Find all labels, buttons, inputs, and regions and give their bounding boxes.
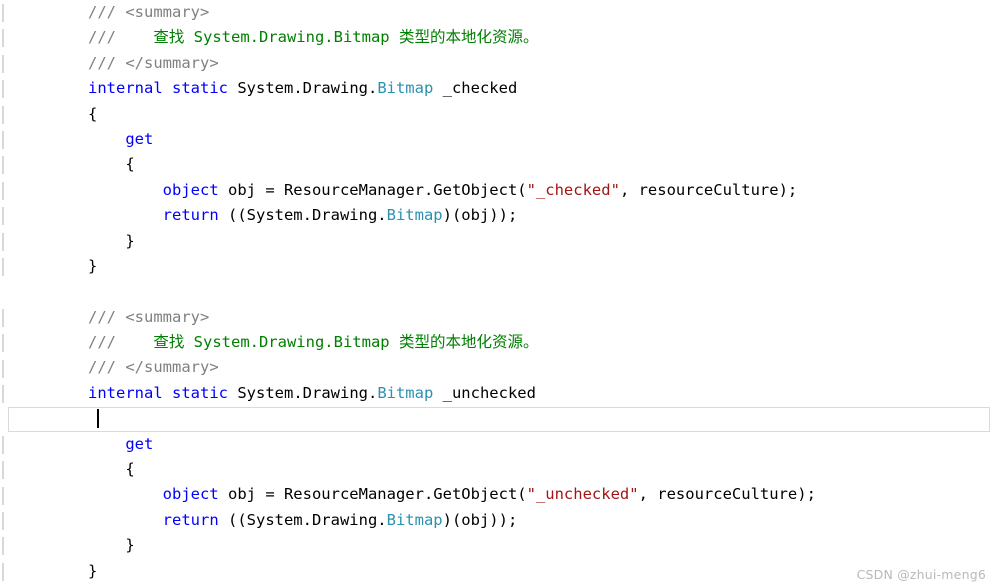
code-token: )(obj)); <box>442 510 518 529</box>
code-token: Bitmap <box>386 510 443 529</box>
code-token: /// <summary> <box>88 307 210 326</box>
text-caret <box>97 409 99 429</box>
code-line[interactable]: object obj = ResourceManager.GetObject("… <box>0 178 998 203</box>
code-token: } <box>88 561 98 580</box>
code-token: /// </summary> <box>88 53 219 72</box>
code-token: System.Drawing. <box>228 79 378 98</box>
code-token: "_checked" <box>526 180 620 199</box>
code-token: , resourceCulture); <box>638 485 816 504</box>
code-line[interactable]: /// </summary> <box>0 51 998 76</box>
code-line[interactable] <box>0 279 998 304</box>
code-token: obj = ResourceManager.GetObject( <box>218 180 527 199</box>
code-token: return <box>88 510 219 529</box>
code-line[interactable]: return ((System.Drawing.Bitmap)(obj)); <box>0 508 998 533</box>
code-line[interactable]: /// <summary> <box>0 305 998 330</box>
code-token: } <box>88 231 135 250</box>
code-token: /// </summary> <box>88 358 219 377</box>
code-token: } <box>88 256 98 275</box>
code-line[interactable]: { <box>0 457 998 482</box>
code-token: { <box>88 104 98 123</box>
code-line[interactable]: { <box>0 102 998 127</box>
code-line[interactable]: /// </summary> <box>0 355 998 380</box>
code-token: Bitmap <box>377 79 434 98</box>
code-line[interactable]: { <box>0 406 998 431</box>
code-line[interactable]: /// 查找 System.Drawing.Bitmap 类型的本地化资源。 <box>0 25 998 50</box>
code-token: 查找 System.Drawing.Bitmap 类型的本地化资源。 <box>125 28 539 47</box>
code-token: /// <box>88 333 126 352</box>
code-line[interactable]: internal static System.Drawing.Bitmap _c… <box>0 76 998 101</box>
code-line[interactable]: get <box>0 127 998 152</box>
code-token: get <box>88 129 154 148</box>
code-line[interactable]: /// <summary> <box>0 0 998 25</box>
code-token: _unchecked <box>433 383 536 402</box>
code-token: { <box>88 155 135 174</box>
code-token: ((System.Drawing. <box>218 206 387 225</box>
code-line[interactable]: get <box>0 432 998 457</box>
code-token: internal <box>88 79 163 98</box>
code-token: 查找 System.Drawing.Bitmap 类型的本地化资源。 <box>125 333 539 352</box>
code-token: ((System.Drawing. <box>218 510 387 529</box>
code-token: )(obj)); <box>442 206 518 225</box>
code-line[interactable]: { <box>0 152 998 177</box>
code-line[interactable]: internal static System.Drawing.Bitmap _u… <box>0 381 998 406</box>
code-token: get <box>88 434 154 453</box>
code-token: } <box>88 536 135 555</box>
code-token: /// <summary> <box>88 3 210 21</box>
code-token: System.Drawing. <box>228 383 378 402</box>
watermark-label: CSDN @zhui-meng6 <box>856 567 986 582</box>
code-token: "_unchecked" <box>526 485 639 504</box>
code-line[interactable]: return ((System.Drawing.Bitmap)(obj)); <box>0 203 998 228</box>
code-token: _checked <box>433 79 518 98</box>
code-line[interactable]: object obj = ResourceManager.GetObject("… <box>0 482 998 507</box>
code-token: object <box>88 180 219 199</box>
code-line[interactable]: } <box>0 229 998 254</box>
code-token: static <box>172 383 228 402</box>
code-token: /// <box>88 28 126 47</box>
code-token: object <box>88 485 219 504</box>
code-token: return <box>88 206 219 225</box>
code-token: { <box>88 460 135 479</box>
code-line[interactable]: /// 查找 System.Drawing.Bitmap 类型的本地化资源。 <box>0 330 998 355</box>
code-token: , resourceCulture); <box>619 180 798 199</box>
code-line[interactable]: } <box>0 254 998 279</box>
code-token: static <box>172 79 228 98</box>
code-editor[interactable]: /// <summary> /// 查找 System.Drawing.Bitma… <box>0 0 998 588</box>
code-token: internal <box>88 383 163 402</box>
code-content[interactable]: /// <summary> /// 查找 System.Drawing.Bitma… <box>0 0 998 584</box>
code-token: Bitmap <box>377 383 434 402</box>
code-token: Bitmap <box>386 206 443 225</box>
code-line[interactable]: } <box>0 533 998 558</box>
code-token: obj = ResourceManager.GetObject( <box>218 485 527 504</box>
code-line[interactable]: } <box>0 559 998 584</box>
